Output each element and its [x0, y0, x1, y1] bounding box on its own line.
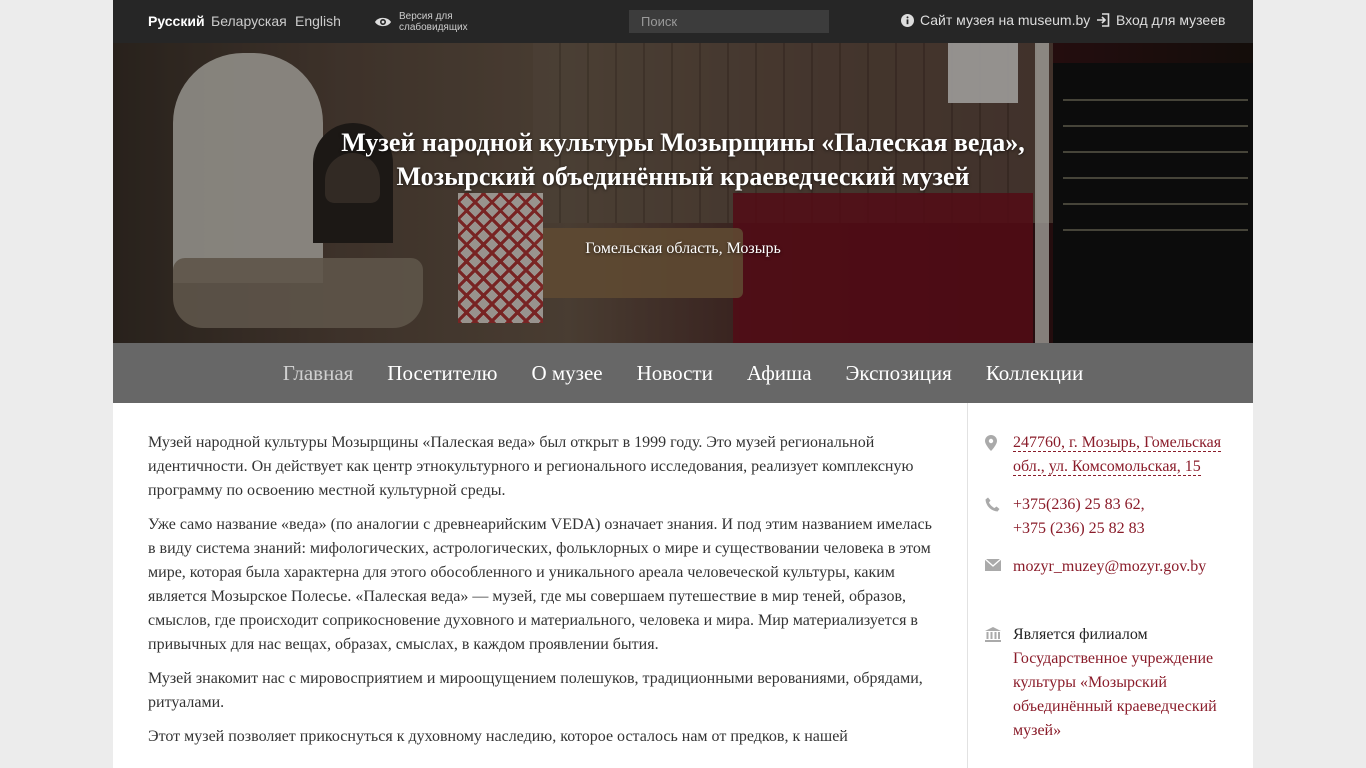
nav-item-news[interactable]: Новости [637, 361, 713, 386]
search-input[interactable] [629, 10, 829, 33]
envelope-icon [985, 559, 1001, 571]
branch-row: Является филиалом Государственное учрежд… [985, 623, 1245, 743]
museum-site-label: Сайт музея на museum.by [920, 12, 1091, 28]
info-icon [901, 13, 914, 27]
content-paragraph: Уже само название «веда» (по аналогии с … [148, 516, 932, 653]
address-link[interactable]: 247760, г. Мозырь, Гомельская обл., ул. … [1013, 434, 1222, 476]
location-subtitle: Гомельская область, Мозырь [585, 240, 781, 257]
address-row: 247760, г. Мозырь, Гомельская обл., ул. … [985, 431, 1245, 479]
branch-label: Является филиалом [1013, 626, 1148, 643]
email-row: mozyr_muzey@mozyr.gov.by [985, 555, 1245, 579]
login-icon [1097, 13, 1110, 27]
nav-item-visitors[interactable]: Посетителю [387, 361, 497, 386]
nav-item-about[interactable]: О музее [531, 361, 602, 386]
main-content: Музей народной культуры Мозырщины «Палес… [148, 431, 938, 759]
eye-icon [375, 17, 391, 27]
lang-english[interactable]: English [295, 13, 341, 29]
page-title: Музей народной культуры Мозырщины «Палес… [341, 128, 1025, 191]
museum-site-link[interactable]: Сайт музея на museum.by [901, 12, 1090, 28]
main-nav: Главная Посетителю О музее Новости Афиша… [113, 343, 1253, 403]
nav-item-home[interactable]: Главная [283, 361, 354, 386]
museum-building-icon [985, 627, 1001, 642]
phone-link-1[interactable]: +375(236) 25 83 62, [1013, 496, 1145, 513]
parent-museum-link[interactable]: Государственное учреждение культуры «Моз… [1013, 650, 1217, 739]
content-paragraph: Музей знакомит нас с мировосприятием и м… [148, 670, 923, 711]
low-vision-toggle[interactable]: Версия для слабовидящих [374, 10, 479, 34]
lang-russian[interactable]: Русский [148, 13, 205, 29]
nav-item-events[interactable]: Афиша [747, 361, 812, 386]
lang-belarusian[interactable]: Беларуская [211, 13, 287, 29]
phone-link-2[interactable]: +375 (236) 25 82 83 [1013, 520, 1145, 537]
map-marker-icon [985, 435, 997, 451]
low-vision-label: Версия для слабовидящих [399, 11, 468, 33]
sidebar-contacts: 247760, г. Мозырь, Гомельская обл., ул. … [985, 431, 1245, 743]
phone-row: +375(236) 25 83 62, +375 (236) 25 82 83 [985, 493, 1245, 541]
email-link[interactable]: mozyr_muzey@mozyr.gov.by [1013, 558, 1206, 575]
login-link[interactable]: Вход для музеев [1096, 12, 1225, 28]
column-divider [967, 403, 968, 768]
content-paragraph: Музей народной культуры Мозырщины «Палес… [148, 434, 914, 499]
hero-banner: Музей народной культуры Мозырщины «Палес… [113, 43, 1253, 343]
nav-item-collections[interactable]: Коллекции [986, 361, 1083, 386]
nav-item-exposition[interactable]: Экспозиция [846, 361, 952, 386]
top-bar: Русский Беларуская English Версия для сл… [113, 0, 1253, 43]
login-label: Вход для музеев [1116, 12, 1226, 28]
page: Русский Беларуская English Версия для сл… [113, 0, 1253, 768]
phone-icon [985, 497, 1000, 512]
content-paragraph: Этот музей позволяет прикоснуться к духо… [148, 728, 848, 745]
